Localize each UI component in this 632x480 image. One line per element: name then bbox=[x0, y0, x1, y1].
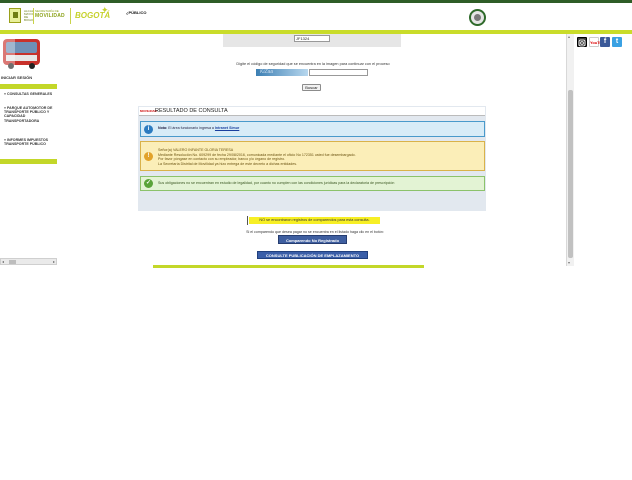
no-records-text: NO se encontraron registros de comparend… bbox=[259, 218, 370, 222]
logo-divider bbox=[70, 8, 71, 24]
bus-icon bbox=[1, 36, 42, 70]
warning-icon: ! bbox=[144, 152, 153, 161]
scroll-down-icon[interactable]: ▾ bbox=[568, 261, 570, 265]
national-seal-icon bbox=[469, 9, 486, 26]
movilidad-logo-text: MOVILIDAD bbox=[35, 13, 65, 19]
instagram-icon[interactable] bbox=[577, 37, 587, 47]
scroll-up-icon[interactable]: ▴ bbox=[568, 35, 570, 39]
comparendo-no-registrado-button[interactable]: Comparendo No Registrado bbox=[278, 235, 347, 244]
comparendo-instruction: Si el comparendo que desea pagar no se e… bbox=[246, 230, 384, 234]
result-header: MOVILIDAD RESULTADO DE CONSULTA bbox=[139, 107, 485, 116]
sidebar-divider bbox=[0, 159, 57, 164]
info-icon: i bbox=[144, 125, 153, 134]
sidebar-item-informes[interactable]: » INFORMES IMPUESTOS TRANSPORTE PÚBLICO bbox=[4, 138, 54, 146]
search-button[interactable]: Buscar bbox=[302, 84, 321, 91]
district-shield-logo bbox=[9, 8, 21, 23]
info-note: i Nota: El área funcionario ingresa a In… bbox=[140, 121, 485, 137]
captcha-answer-field[interactable] bbox=[309, 69, 368, 76]
warning-line: La Secretaría Distrital de Movilidad ya … bbox=[158, 161, 298, 166]
sidebar-horizontal-scrollbar[interactable]: ◂ ▸ bbox=[0, 258, 57, 265]
sidebar-item-parque-automotor[interactable]: » PARQUE AUTOMOTOR DE TRANSPORTE PÚBLICO… bbox=[4, 106, 54, 123]
scrollbar-thumb[interactable] bbox=[9, 260, 16, 264]
main-vertical-scrollbar[interactable]: ▴ ▾ bbox=[566, 34, 574, 266]
star-icon: ✦ bbox=[101, 5, 109, 15]
result-title: RESULTADO DE CONSULTA bbox=[155, 108, 228, 114]
facebook-icon[interactable]: f bbox=[600, 37, 610, 47]
sidebar-divider bbox=[0, 84, 57, 89]
text-cursor-icon bbox=[247, 216, 251, 225]
scroll-right-icon[interactable]: ▸ bbox=[53, 259, 55, 264]
logo-divider bbox=[33, 8, 34, 24]
twitter-icon[interactable]: t bbox=[612, 37, 622, 47]
login-link[interactable]: INICIAR SESIÓN bbox=[1, 75, 32, 80]
intranet-link[interactable]: Intranet Simur bbox=[215, 126, 239, 130]
check-icon: ✓ bbox=[144, 179, 153, 188]
movilidad-small-logo: MOVILIDAD bbox=[140, 109, 157, 113]
publicacion-emplazamiento-button[interactable]: CONSULTE PUBLICACIÓN DE EMPLAZAMIENTO bbox=[257, 251, 368, 259]
captcha-instruction: Digite el código de seguridad que se enc… bbox=[236, 62, 390, 66]
success-note: ✓ Sus obligaciones no se encuentran en e… bbox=[140, 176, 485, 191]
header-link[interactable]: ¿PÚBLICO bbox=[126, 10, 146, 15]
scroll-left-icon[interactable]: ◂ bbox=[2, 259, 4, 264]
info-note-prefix: Nota: bbox=[158, 126, 168, 130]
youtube-icon[interactable]: YouTube bbox=[589, 37, 607, 47]
bottom-green-band bbox=[153, 265, 424, 268]
sidebar-item-consultas[interactable]: » CONSULTAS GENERALES bbox=[4, 92, 54, 96]
warning-note: ! Señor(a) VALERO INFANTE GLORIA TERESA … bbox=[140, 141, 485, 171]
scrollbar-thumb[interactable] bbox=[568, 90, 573, 258]
no-records-message: NO se encontraron registros de comparend… bbox=[247, 216, 380, 225]
info-note-text: El área funcionario ingresa a bbox=[168, 126, 214, 130]
captcha-code-input[interactable]: JF1324 bbox=[294, 35, 330, 42]
success-text: Sus obligaciones no se encuentran en est… bbox=[158, 181, 395, 185]
captcha-image: KiZaa bbox=[256, 69, 308, 76]
